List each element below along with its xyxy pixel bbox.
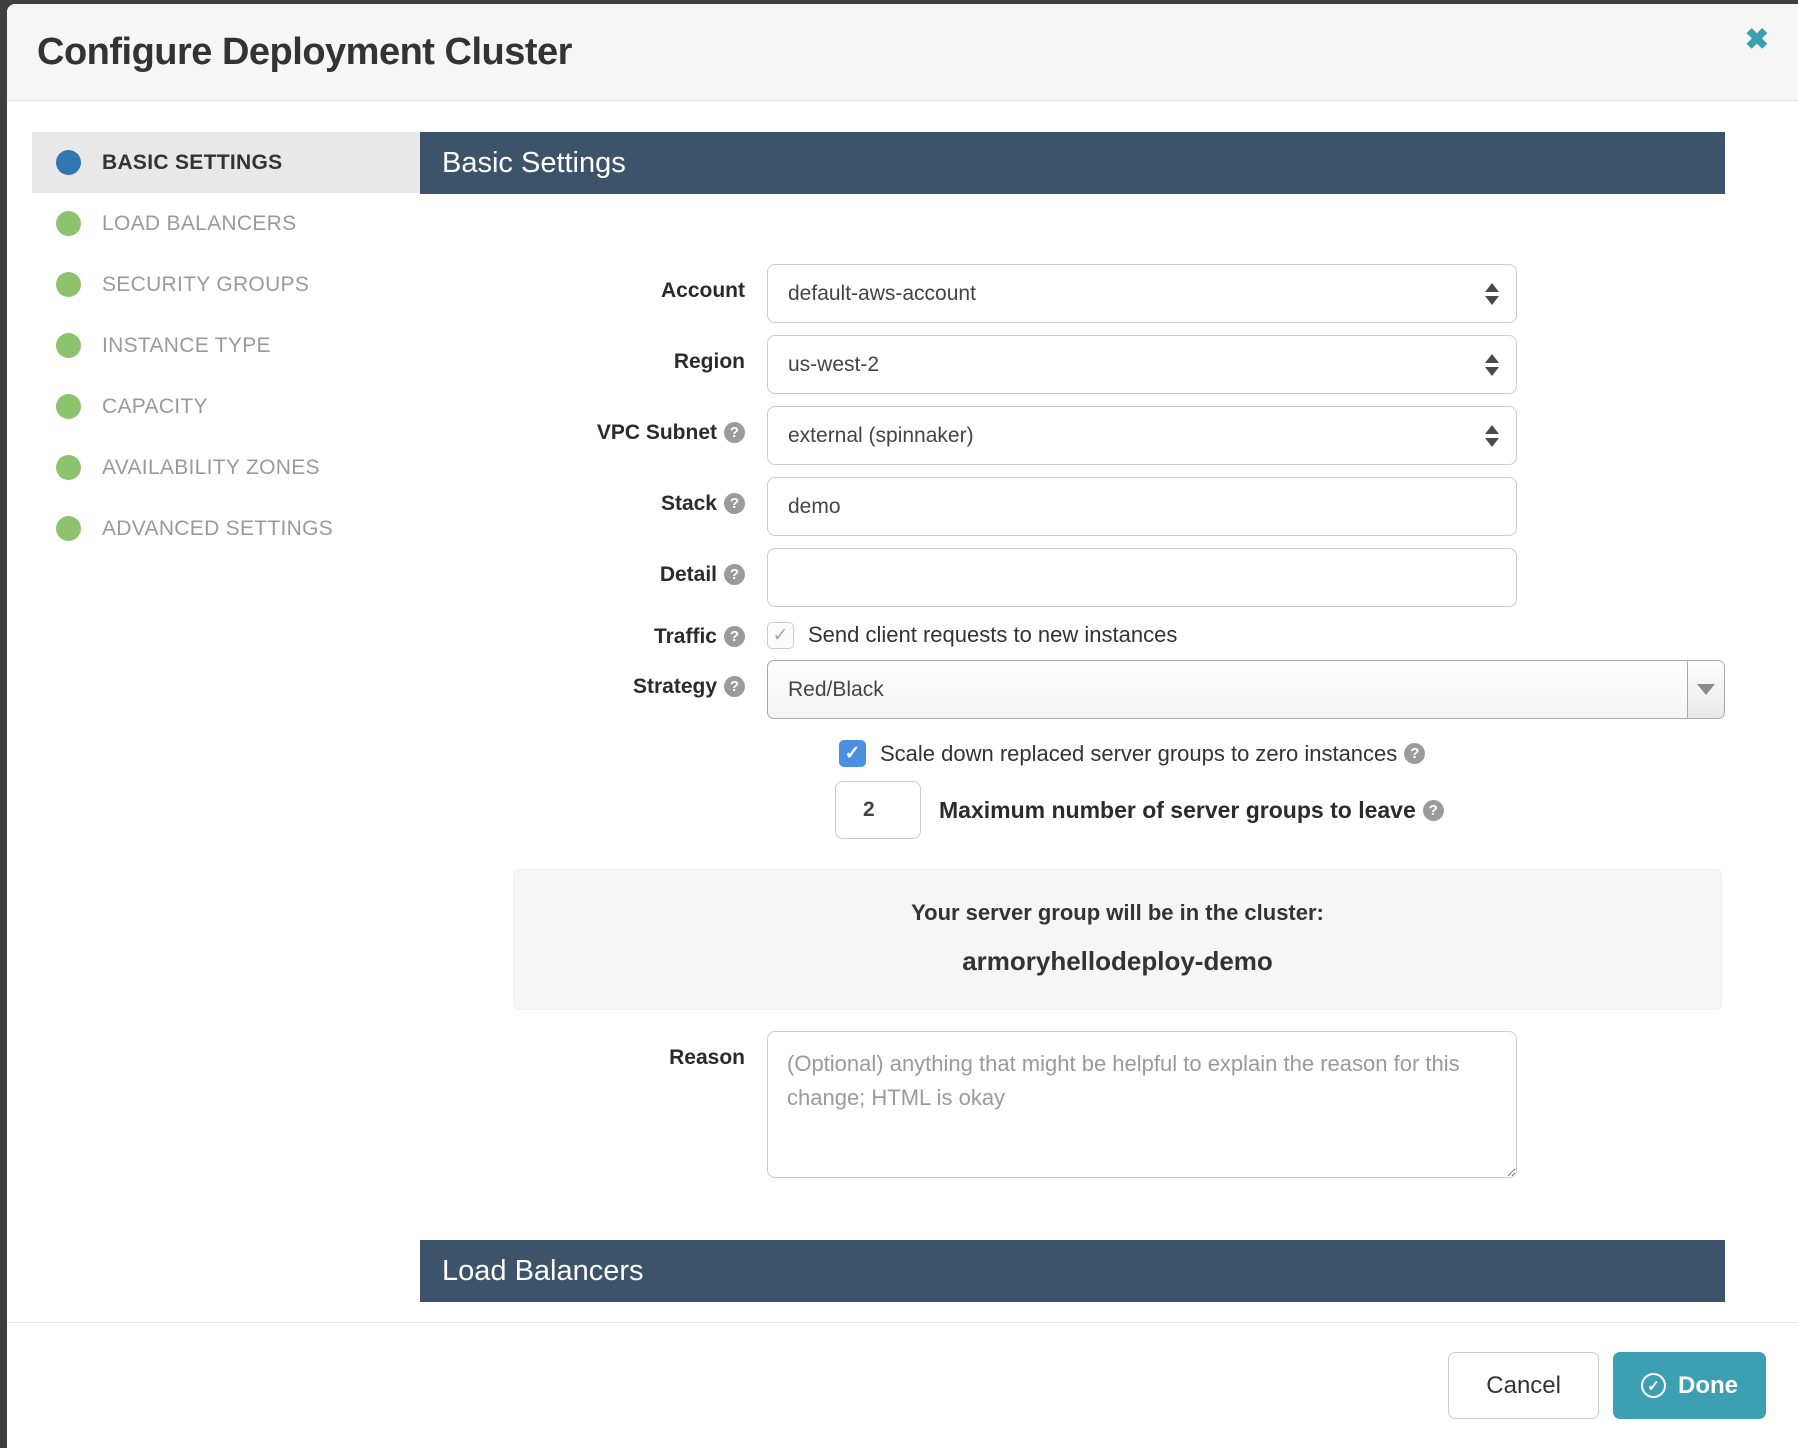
max-server-groups-row: Maximum number of server groups to leave xyxy=(835,781,1725,839)
step-status-dot-icon xyxy=(56,211,81,236)
sidebar-item-instance-type[interactable]: INSTANCE TYPE xyxy=(32,315,420,376)
reason-label: Reason xyxy=(420,1031,767,1178)
cluster-note-text: Your server group will be in the cluster… xyxy=(514,900,1721,926)
step-status-dot-icon xyxy=(56,272,81,297)
sidebar-item-advanced-settings[interactable]: ADVANCED SETTINGS xyxy=(32,498,420,559)
scale-down-checkbox[interactable] xyxy=(839,740,866,767)
section-header-load-balancers: Load Balancers xyxy=(420,1240,1725,1302)
detail-input[interactable] xyxy=(767,548,1517,607)
help-icon[interactable] xyxy=(724,493,745,514)
select-arrows-icon xyxy=(1485,425,1499,447)
stack-row: Stack demo xyxy=(420,477,1725,536)
vpc-subnet-selected-value: external (spinnaker) xyxy=(788,424,974,448)
select-arrows-icon xyxy=(1485,354,1499,376)
max-server-groups-input[interactable] xyxy=(835,781,921,839)
region-selected-value: us-west-2 xyxy=(788,353,879,377)
modal-title: Configure Deployment Cluster xyxy=(37,31,572,74)
select-arrows-icon xyxy=(1485,283,1499,305)
region-label: Region xyxy=(420,335,767,394)
help-icon[interactable] xyxy=(724,422,745,443)
account-label: Account xyxy=(420,264,767,323)
reason-textarea[interactable] xyxy=(767,1031,1517,1178)
modal-header: Configure Deployment Cluster ✖ xyxy=(7,4,1798,101)
step-status-dot-icon xyxy=(56,455,81,480)
cluster-note: Your server group will be in the cluster… xyxy=(513,869,1722,1010)
sidebar-item-basic-settings[interactable]: BASIC SETTINGS xyxy=(32,132,420,193)
strategy-label: Strategy xyxy=(420,660,767,719)
account-select[interactable]: default-aws-account xyxy=(767,264,1517,323)
account-row: Account default-aws-account xyxy=(420,264,1725,323)
reason-row: Reason xyxy=(420,1031,1725,1178)
detail-row: Detail xyxy=(420,548,1725,607)
vpc-subnet-select[interactable]: external (spinnaker) xyxy=(767,406,1517,465)
configure-deployment-cluster-modal: Configure Deployment Cluster ✖ BASIC SET… xyxy=(7,4,1798,1448)
done-button[interactable]: Done xyxy=(1613,1352,1766,1419)
help-icon[interactable] xyxy=(1404,743,1425,764)
strategy-select[interactable]: Red/Black xyxy=(767,660,1725,719)
modal-body: BASIC SETTINGS LOAD BALANCERS SECURITY G… xyxy=(7,101,1798,1322)
account-selected-value: default-aws-account xyxy=(788,282,976,306)
cluster-name: armoryhellodeploy-demo xyxy=(514,946,1721,977)
detail-label: Detail xyxy=(420,548,767,607)
help-icon[interactable] xyxy=(724,564,745,585)
traffic-checkbox[interactable] xyxy=(767,622,794,649)
sidebar-item-capacity[interactable]: CAPACITY xyxy=(32,376,420,437)
sidebar-item-load-balancers[interactable]: LOAD BALANCERS xyxy=(32,193,420,254)
wizard-nav: BASIC SETTINGS LOAD BALANCERS SECURITY G… xyxy=(7,101,420,1322)
step-status-dot-icon xyxy=(56,333,81,358)
sidebar-item-availability-zones[interactable]: AVAILABILITY ZONES xyxy=(32,437,420,498)
vpc-subnet-label: VPC Subnet xyxy=(420,406,767,465)
stack-label: Stack xyxy=(420,477,767,536)
dropdown-caret-icon xyxy=(1687,661,1724,718)
traffic-checkbox-label: Send client requests to new instances xyxy=(808,622,1177,648)
section-header-basic-settings: Basic Settings xyxy=(420,132,1725,194)
modal-footer: Cancel Done xyxy=(7,1322,1798,1448)
scale-down-row: Scale down replaced server groups to zer… xyxy=(839,740,1725,767)
scale-down-label: Scale down replaced server groups to zer… xyxy=(880,741,1397,767)
help-icon[interactable] xyxy=(724,626,745,647)
cancel-button[interactable]: Cancel xyxy=(1448,1352,1599,1419)
region-row: Region us-west-2 xyxy=(420,335,1725,394)
max-server-groups-label: Maximum number of server groups to leave xyxy=(939,797,1416,824)
region-select[interactable]: us-west-2 xyxy=(767,335,1517,394)
wizard-content: Basic Settings Account default-aws-accou… xyxy=(420,101,1798,1322)
step-status-dot-icon xyxy=(56,150,81,175)
step-status-dot-icon xyxy=(56,516,81,541)
sidebar-item-security-groups[interactable]: SECURITY GROUPS xyxy=(32,254,420,315)
strategy-selected-value: Red/Black xyxy=(788,678,884,702)
help-icon[interactable] xyxy=(1423,800,1444,821)
done-check-icon xyxy=(1641,1373,1666,1398)
stack-value: demo xyxy=(788,495,841,519)
step-status-dot-icon xyxy=(56,394,81,419)
help-icon[interactable] xyxy=(724,676,745,697)
traffic-label: Traffic xyxy=(420,621,767,649)
vpc-subnet-row: VPC Subnet external (spinnaker) xyxy=(420,406,1725,465)
wizard-nav-list: BASIC SETTINGS LOAD BALANCERS SECURITY G… xyxy=(32,132,420,559)
strategy-row: Strategy Red/Black xyxy=(420,660,1725,719)
close-icon[interactable]: ✖ xyxy=(1745,26,1769,55)
stack-input[interactable]: demo xyxy=(767,477,1517,536)
traffic-row: Traffic Send client requests to new inst… xyxy=(420,621,1725,649)
